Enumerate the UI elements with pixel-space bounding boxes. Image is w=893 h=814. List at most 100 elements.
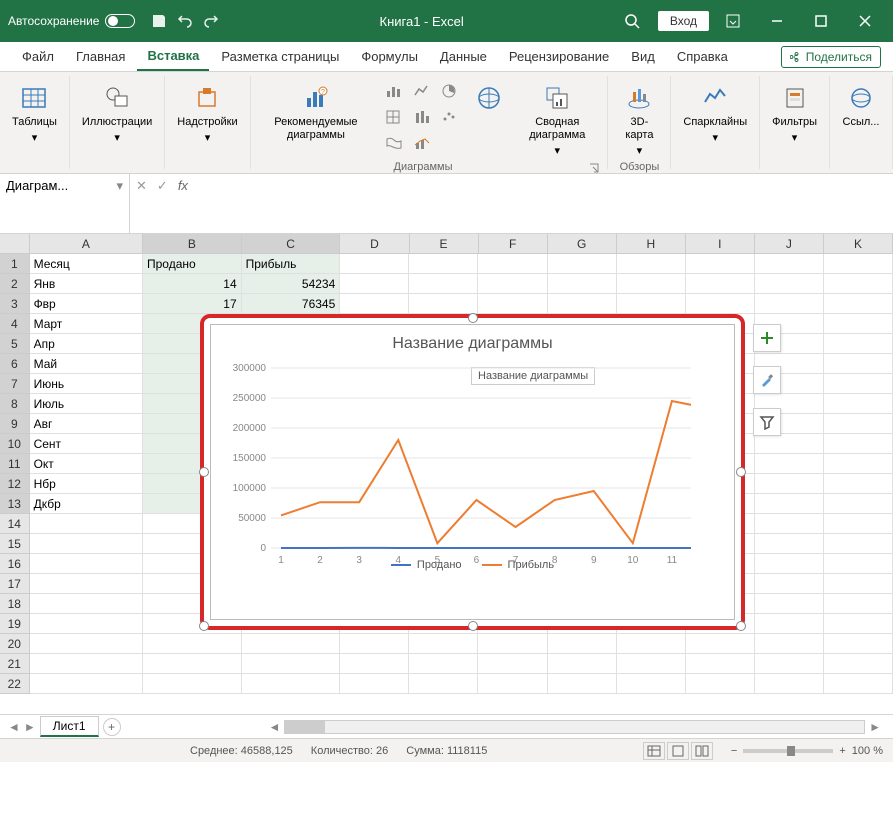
row-header[interactable]: 17 (0, 574, 30, 594)
hierarchy-chart-icon[interactable] (381, 106, 407, 128)
cell[interactable]: Месяц (30, 254, 143, 274)
cell[interactable] (617, 674, 686, 694)
cell[interactable]: 17 (143, 294, 242, 314)
scroll-left-icon[interactable]: ◄ (265, 720, 285, 734)
minimize-icon[interactable] (757, 6, 797, 36)
cell[interactable] (755, 474, 824, 494)
row-header[interactable]: 8 (0, 394, 30, 414)
tab-insert[interactable]: Вставка (137, 42, 209, 71)
cell[interactable] (824, 294, 893, 314)
cell[interactable] (824, 414, 893, 434)
sparklines-button[interactable]: Спарклайны ▾ (677, 78, 753, 148)
scatter-chart-icon[interactable] (437, 106, 463, 128)
column-header[interactable]: J (755, 234, 824, 254)
cell[interactable] (755, 254, 824, 274)
cell[interactable] (409, 294, 478, 314)
filters-button[interactable]: Фильтры ▾ (766, 78, 823, 148)
cell[interactable]: Март (30, 314, 143, 334)
row-header[interactable]: 12 (0, 474, 30, 494)
cell[interactable] (824, 374, 893, 394)
cell[interactable] (409, 254, 478, 274)
cell[interactable] (755, 514, 824, 534)
normal-view-icon[interactable] (643, 742, 665, 760)
cell[interactable]: Фвр (30, 294, 143, 314)
resize-handle-icon[interactable] (736, 621, 746, 631)
cell[interactable] (242, 654, 341, 674)
cell[interactable] (30, 534, 143, 554)
row-header[interactable]: 20 (0, 634, 30, 654)
row-header[interactable]: 14 (0, 514, 30, 534)
cell[interactable] (478, 294, 547, 314)
login-button[interactable]: Вход (658, 11, 709, 31)
cancel-formula-icon[interactable]: ✕ (136, 178, 147, 194)
cell[interactable] (340, 254, 409, 274)
undo-icon[interactable] (177, 13, 193, 29)
column-header[interactable]: K (824, 234, 893, 254)
row-header[interactable]: 5 (0, 334, 30, 354)
column-header[interactable]: G (548, 234, 617, 254)
pivot-chart-button[interactable]: Сводная диаграмма ▾ (513, 78, 601, 161)
cell[interactable]: Продано (143, 254, 242, 274)
cell[interactable] (30, 554, 143, 574)
zoom-slider[interactable] (743, 749, 833, 753)
cell[interactable] (824, 454, 893, 474)
cell[interactable] (824, 634, 893, 654)
cell[interactable] (478, 274, 547, 294)
cell[interactable] (824, 314, 893, 334)
cell[interactable] (755, 674, 824, 694)
cell[interactable] (409, 274, 478, 294)
cell[interactable] (30, 574, 143, 594)
line-chart-icon[interactable] (409, 80, 435, 102)
cell[interactable] (824, 594, 893, 614)
cell[interactable]: 54234 (242, 274, 341, 294)
cell[interactable] (340, 294, 409, 314)
cell[interactable] (824, 514, 893, 534)
cell[interactable] (755, 494, 824, 514)
cell[interactable] (548, 674, 617, 694)
cell[interactable] (824, 554, 893, 574)
cell[interactable] (478, 634, 547, 654)
chart-title[interactable]: Название диаграммы (211, 325, 734, 357)
cell[interactable] (755, 654, 824, 674)
cell[interactable] (548, 654, 617, 674)
sheet-next-icon[interactable]: ► (24, 720, 36, 734)
cell[interactable] (824, 334, 893, 354)
cell[interactable] (617, 294, 686, 314)
row-header[interactable]: 10 (0, 434, 30, 454)
cell[interactable]: Окт (30, 454, 143, 474)
stat-chart-icon[interactable] (409, 106, 435, 128)
column-chart-icon[interactable] (381, 80, 407, 102)
name-box[interactable]: ▾ (0, 174, 130, 233)
resize-handle-icon[interactable] (468, 621, 478, 631)
cell[interactable]: Сент (30, 434, 143, 454)
row-header[interactable]: 11 (0, 454, 30, 474)
autosave-toggle[interactable]: Автосохранение (8, 14, 135, 28)
cell[interactable] (617, 654, 686, 674)
cell[interactable] (478, 674, 547, 694)
ribbon-options-icon[interactable] (713, 6, 753, 36)
tab-home[interactable]: Главная (66, 43, 135, 70)
chevron-down-icon[interactable]: ▾ (116, 178, 123, 194)
cell[interactable] (409, 654, 478, 674)
cell[interactable] (340, 654, 409, 674)
cell[interactable] (755, 294, 824, 314)
sheet-prev-icon[interactable]: ◄ (8, 720, 20, 734)
column-header[interactable]: I (686, 234, 755, 254)
row-header[interactable]: 19 (0, 614, 30, 634)
cell[interactable] (755, 554, 824, 574)
cell[interactable] (755, 594, 824, 614)
tab-file[interactable]: Файл (12, 43, 64, 70)
cell[interactable] (30, 614, 143, 634)
row-header[interactable]: 9 (0, 414, 30, 434)
column-header[interactable]: H (617, 234, 686, 254)
cell[interactable] (478, 654, 547, 674)
cell[interactable] (548, 254, 617, 274)
add-sheet-button[interactable]: + (103, 718, 121, 736)
cell[interactable] (242, 674, 341, 694)
cell[interactable] (686, 254, 755, 274)
cell[interactable] (617, 634, 686, 654)
column-header[interactable]: C (242, 234, 341, 254)
cell[interactable] (617, 254, 686, 274)
row-header[interactable]: 21 (0, 654, 30, 674)
cell[interactable] (824, 254, 893, 274)
